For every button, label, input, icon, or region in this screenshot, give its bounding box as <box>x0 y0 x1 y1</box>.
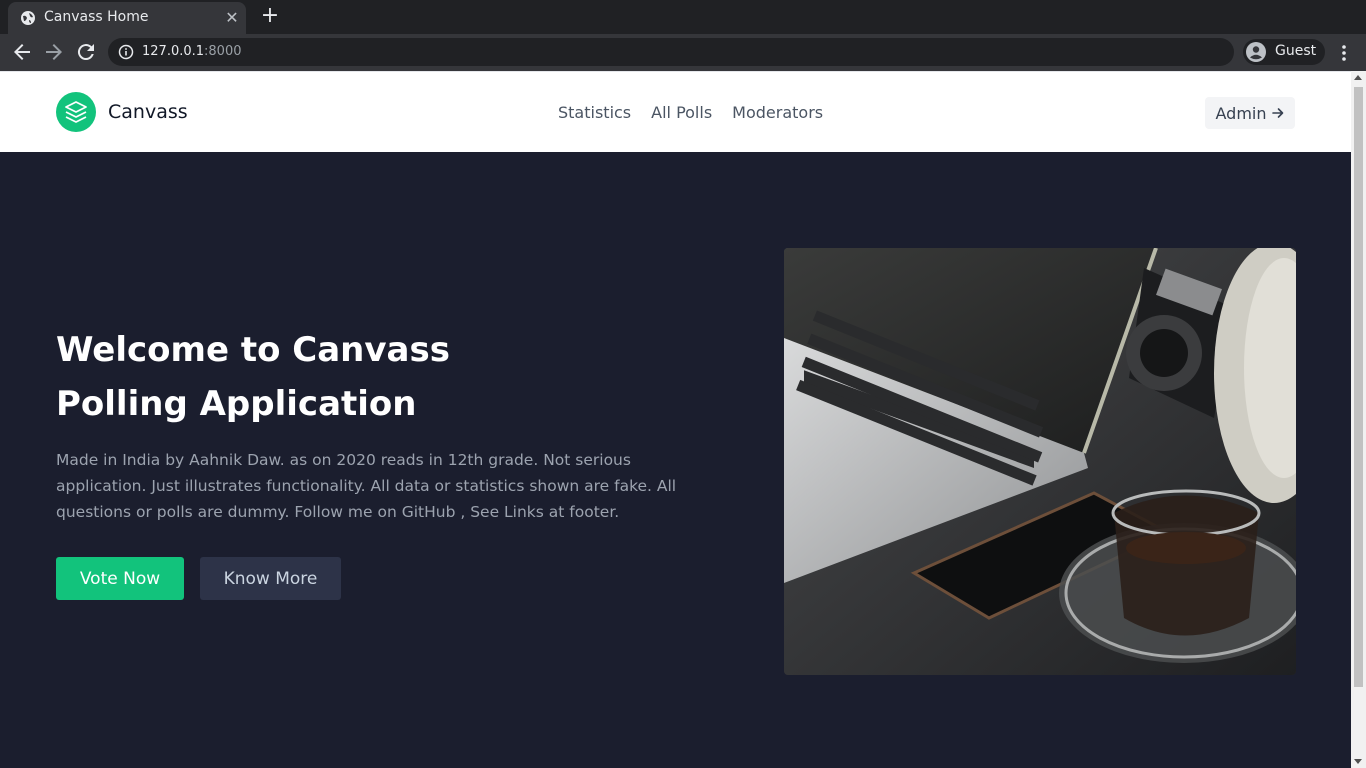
vote-now-button[interactable]: Vote Now <box>56 557 184 600</box>
forward-arrow-icon[interactable] <box>42 40 66 64</box>
more-vertical-icon[interactable] <box>1336 41 1352 65</box>
hero-title: Welcome to Canvass Polling Application <box>56 323 616 431</box>
nav-all-polls[interactable]: All Polls <box>651 103 712 125</box>
hero-title-line2: Polling Application <box>56 384 417 424</box>
page-scrollbar[interactable] <box>1351 71 1366 768</box>
admin-button[interactable]: Admin <box>1205 97 1295 129</box>
scroll-up-icon[interactable] <box>1354 75 1362 80</box>
browser-tabbar: Canvass Home ✕ + <box>0 0 1366 34</box>
person-icon <box>1246 42 1266 62</box>
profile-button[interactable]: Guest <box>1243 39 1325 65</box>
arrow-right-icon <box>1271 108 1283 118</box>
hero-title-line1: Welcome to Canvass <box>56 330 450 370</box>
main-nav: Statistics All Polls Moderators <box>558 103 823 125</box>
nav-moderators[interactable]: Moderators <box>732 103 823 125</box>
page-content: Canvass Statistics All Polls Moderators … <box>0 71 1351 768</box>
plus-icon[interactable]: + <box>258 5 282 29</box>
hero-description: Made in India by Aahnik Daw. as on 2020 … <box>56 451 677 521</box>
tab-title: Canvass Home <box>44 9 149 25</box>
browser-tab[interactable]: Canvass Home ✕ <box>8 2 246 34</box>
admin-label: Admin <box>1215 103 1267 123</box>
browser-toolbar: 127.0.0.1:8000 Guest <box>0 34 1366 71</box>
back-arrow-icon[interactable] <box>10 40 34 64</box>
hero-image <box>784 248 1296 675</box>
globe-icon <box>21 11 35 25</box>
reload-icon[interactable] <box>74 40 98 64</box>
address-bar[interactable]: 127.0.0.1:8000 <box>108 38 1234 66</box>
info-icon[interactable] <box>118 44 134 60</box>
scroll-down-icon[interactable] <box>1354 759 1362 764</box>
profile-label: Guest <box>1275 43 1317 59</box>
logo-badge[interactable] <box>56 92 96 132</box>
url-text: 127.0.0.1:8000 <box>142 44 242 59</box>
site-header: Canvass Statistics All Polls Moderators … <box>0 71 1351 152</box>
nav-statistics[interactable]: Statistics <box>558 103 631 125</box>
layers-icon <box>65 101 87 123</box>
scroll-thumb[interactable] <box>1354 87 1363 687</box>
laptop-photo-illustration <box>784 248 1296 675</box>
brand-name[interactable]: Canvass <box>108 101 188 123</box>
close-icon[interactable]: ✕ <box>222 8 242 28</box>
know-more-button[interactable]: Know More <box>200 557 341 600</box>
